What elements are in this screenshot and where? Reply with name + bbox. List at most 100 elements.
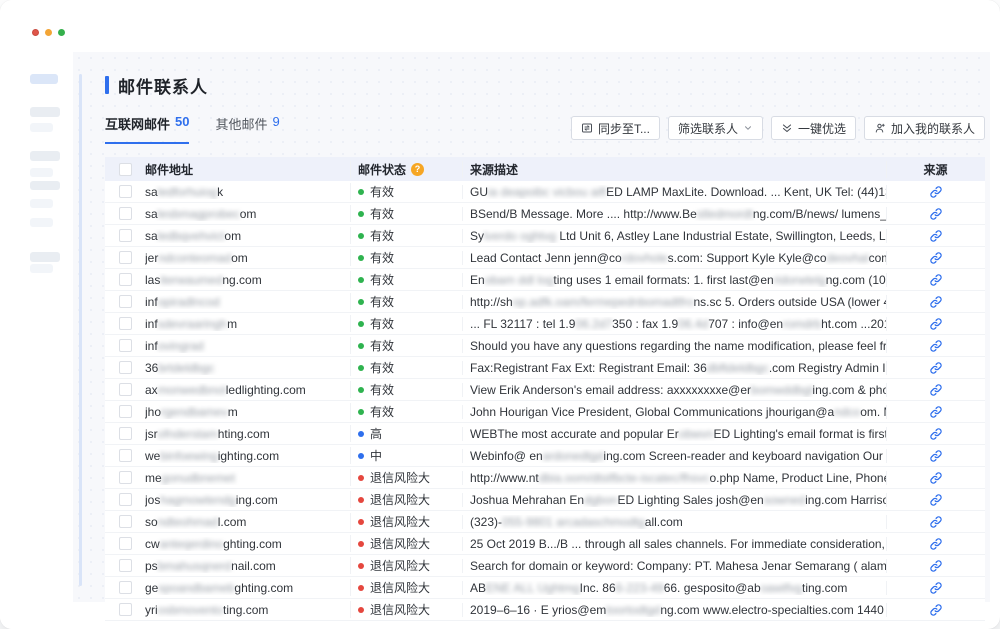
row-checkbox-cell bbox=[105, 317, 145, 330]
sidebar-skeleton-bar bbox=[30, 123, 53, 132]
row-checkbox[interactable] bbox=[119, 251, 132, 264]
source-link-icon[interactable] bbox=[929, 471, 943, 485]
source-link-icon[interactable] bbox=[929, 229, 943, 243]
row-checkbox[interactable] bbox=[119, 383, 132, 396]
row-checkbox[interactable] bbox=[119, 185, 132, 198]
sidebar-skeleton-bar bbox=[30, 264, 53, 273]
table-row: lasiterwaumedng.com有效Enobam ddl logting … bbox=[105, 269, 985, 291]
row-checkbox[interactable] bbox=[119, 405, 132, 418]
email-cell: yriosbmoventoting.com bbox=[145, 603, 350, 617]
source-link-icon[interactable] bbox=[929, 427, 943, 441]
row-checkbox-cell bbox=[105, 229, 145, 242]
email-cell: gespoandbamebghting.com bbox=[145, 581, 350, 595]
email-cell: jhorgendbamevm bbox=[145, 405, 350, 419]
header-checkbox-cell bbox=[105, 163, 145, 176]
tab-count: 9 bbox=[273, 114, 280, 133]
source-link-icon[interactable] bbox=[929, 207, 943, 221]
email-cell: cwanteqerdinoghting.com bbox=[145, 537, 350, 551]
source-link-icon[interactable] bbox=[929, 515, 943, 529]
status-dot bbox=[358, 563, 364, 569]
row-checkbox[interactable] bbox=[119, 493, 132, 506]
close-button[interactable] bbox=[32, 29, 39, 36]
status-dot bbox=[358, 343, 364, 349]
status-cell: 退信风险大 bbox=[350, 513, 462, 530]
source-link-icon[interactable] bbox=[929, 251, 943, 265]
status-cell: 退信风险大 bbox=[350, 601, 462, 618]
row-checkbox[interactable] bbox=[119, 603, 132, 616]
table-row: axmonwedbnolledlighting.com有效View Erik A… bbox=[105, 379, 985, 401]
filter-button[interactable]: 筛选联系人 bbox=[668, 116, 763, 140]
source-link-icon[interactable] bbox=[929, 581, 943, 595]
status-dot bbox=[358, 233, 364, 239]
table-body: saledforhuiogk有效GUia deapoibc vicbou aif… bbox=[105, 181, 985, 621]
header-status: 邮件状态 ? bbox=[350, 161, 462, 178]
sync-button[interactable]: 同步至T... bbox=[571, 116, 660, 140]
row-checkbox[interactable] bbox=[119, 449, 132, 462]
table-row: sondteohmadl.com退信风险大(323)-055-9801 arca… bbox=[105, 511, 985, 533]
source-link-icon[interactable] bbox=[929, 559, 943, 573]
optimize-button[interactable]: 一键优选 bbox=[771, 116, 856, 140]
desc-cell: (323)-055-9801 arcadaschmodtgall.com bbox=[462, 515, 886, 529]
source-link-icon[interactable] bbox=[929, 383, 943, 397]
source-cell bbox=[886, 229, 985, 243]
source-link-icon[interactable] bbox=[929, 295, 943, 309]
row-checkbox-cell bbox=[105, 405, 145, 418]
zoom-button[interactable] bbox=[58, 29, 65, 36]
app-window: 邮件联系人 互联网邮件50 其他邮件9 同步至T... 筛选联系人一键优选 加入我的联… bbox=[0, 0, 1000, 629]
status-cell: 中 bbox=[350, 447, 462, 464]
source-link-icon[interactable] bbox=[929, 361, 943, 375]
source-link-icon[interactable] bbox=[929, 405, 943, 419]
source-cell bbox=[886, 603, 985, 617]
source-link-icon[interactable] bbox=[929, 537, 943, 551]
desc-cell: Lead Contact Jenn jenn@cordovholes.com: … bbox=[462, 251, 886, 265]
source-cell bbox=[886, 427, 985, 441]
row-checkbox[interactable] bbox=[119, 515, 132, 528]
add-contacts-button[interactable]: 加入我的联系人 bbox=[864, 116, 985, 140]
row-checkbox[interactable] bbox=[119, 295, 132, 308]
status-dot bbox=[358, 365, 364, 371]
select-all-checkbox[interactable] bbox=[119, 163, 132, 176]
source-link-icon[interactable] bbox=[929, 493, 943, 507]
status-label: 退信风险大 bbox=[370, 557, 430, 574]
row-checkbox[interactable] bbox=[119, 471, 132, 484]
row-checkbox-cell bbox=[105, 185, 145, 198]
status-dot bbox=[358, 211, 364, 217]
table-row: jsrofnderstamhting.com高WEBThe most accur… bbox=[105, 423, 985, 445]
source-link-icon[interactable] bbox=[929, 449, 943, 463]
row-checkbox[interactable] bbox=[119, 537, 132, 550]
source-link-icon[interactable] bbox=[929, 603, 943, 617]
source-link-icon[interactable] bbox=[929, 317, 943, 331]
source-cell bbox=[886, 361, 985, 375]
row-checkbox[interactable] bbox=[119, 581, 132, 594]
tab-internet-mail[interactable]: 互联网邮件50 bbox=[105, 114, 189, 144]
row-checkbox[interactable] bbox=[119, 427, 132, 440]
row-checkbox[interactable] bbox=[119, 559, 132, 572]
source-link-icon[interactable] bbox=[929, 339, 943, 353]
page-header: 邮件联系人 bbox=[105, 74, 985, 96]
button-label: 同步至T... bbox=[598, 120, 650, 137]
row-checkbox[interactable] bbox=[119, 273, 132, 286]
row-checkbox[interactable] bbox=[119, 339, 132, 352]
desc-cell: WEBThe most accurate and popular Erobwvn… bbox=[462, 427, 886, 441]
button-label: 加入我的联系人 bbox=[891, 120, 975, 137]
source-link-icon[interactable] bbox=[929, 273, 943, 287]
status-dot bbox=[358, 255, 364, 261]
sidebar-skeleton-bar bbox=[30, 218, 53, 227]
desc-cell: ... FL 32117 : tel 1.906.2d7350 : fax 1.… bbox=[462, 317, 886, 331]
row-checkbox[interactable] bbox=[119, 229, 132, 242]
table-row: jerndconteomadom有效Lead Contact Jenn jenn… bbox=[105, 247, 985, 269]
tab-other-mail[interactable]: 其他邮件9 bbox=[215, 114, 279, 144]
content-accent-strip bbox=[79, 74, 82, 586]
tab-count: 50 bbox=[175, 114, 189, 133]
row-checkbox[interactable] bbox=[119, 317, 132, 330]
status-cell: 有效 bbox=[350, 271, 462, 288]
help-icon[interactable]: ? bbox=[411, 163, 424, 176]
row-checkbox[interactable] bbox=[119, 207, 132, 220]
row-checkbox[interactable] bbox=[119, 361, 132, 374]
email-cell: sondteohmadl.com bbox=[145, 515, 350, 529]
minimize-button[interactable] bbox=[45, 29, 52, 36]
source-link-icon[interactable] bbox=[929, 185, 943, 199]
desc-cell: ABENE ALL UghtmgInc. 866-223-4966. gespo… bbox=[462, 581, 886, 595]
tabbar: 互联网邮件50 其他邮件9 同步至T... 筛选联系人一键优选 加入我的联系人 bbox=[105, 114, 985, 144]
header-desc: 来源描述 bbox=[462, 161, 886, 178]
